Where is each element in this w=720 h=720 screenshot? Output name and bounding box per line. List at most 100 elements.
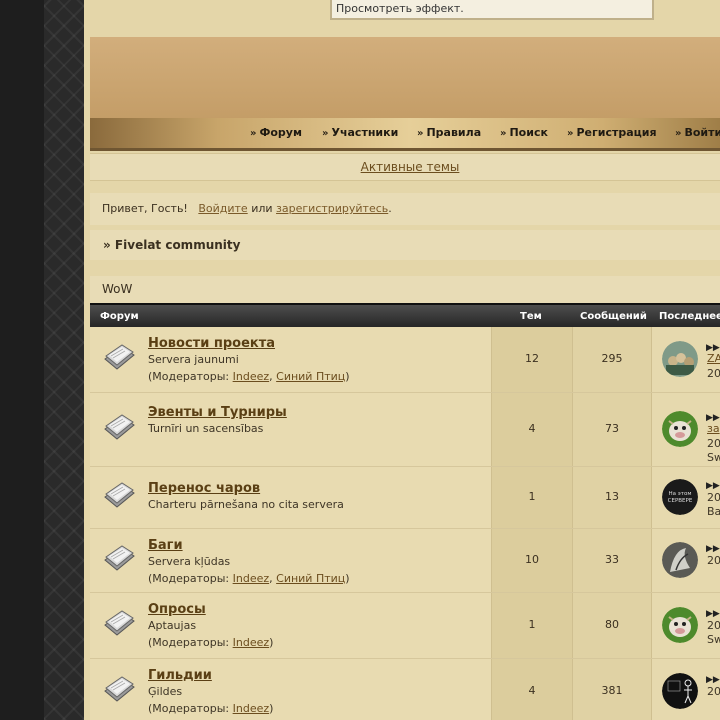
forum-row: Опросы Aptaujas (Модераторы: Indeez) 1 80 ▶▶ 2…: [90, 593, 720, 659]
nav-item-members[interactable]: » Участники: [322, 126, 398, 139]
double-chevron-icon: »: [417, 128, 424, 139]
go-to-last-post-icon[interactable]: ▶▶: [706, 609, 720, 619]
column-header-forum: Форум: [100, 311, 139, 322]
topics-count-cell: 1: [491, 593, 572, 658]
guest-greeting: Привет, Гость! Войдите или зарегистрируй…: [90, 193, 720, 225]
posts-count: 80: [605, 618, 619, 631]
forum-title-link[interactable]: Эвенты и Турниры: [148, 405, 287, 420]
topics-count: 4: [528, 422, 536, 435]
forum-row: Новости проекта Servera jaunumi (Модератор…: [90, 327, 720, 393]
left-pattern-border: [44, 0, 84, 720]
topics-count-cell: 4: [491, 659, 572, 720]
last-post-cell: ▶▶ 20: [651, 659, 720, 720]
forum-description: Ģildes: [148, 685, 183, 698]
last-post-author[interactable]: Sw: [707, 451, 720, 464]
topics-count-cell: 12: [491, 327, 572, 392]
last-post-cell: ▶▶ 20: [651, 529, 720, 592]
last-post-date: 20: [707, 554, 720, 567]
category-title[interactable]: WoW: [102, 282, 132, 296]
go-to-last-post-icon[interactable]: ▶▶: [706, 481, 720, 491]
posts-count-cell: 80: [572, 593, 651, 658]
breadcrumb: » Fivelat community: [90, 230, 720, 260]
last-post-topic-link[interactable]: ZA: [707, 352, 720, 365]
last-post-author[interactable]: Ba: [707, 505, 720, 518]
avatar[interactable]: [662, 411, 698, 447]
nav-item-forum[interactable]: » Форум: [250, 126, 302, 139]
moderator-link[interactable]: Indeez: [233, 370, 270, 383]
nav-label: Регистрация: [576, 126, 657, 139]
nav-item-register[interactable]: » Регистрация: [567, 126, 657, 139]
forum-read-icon: [102, 481, 136, 511]
login-link[interactable]: Войдите: [198, 202, 247, 215]
double-chevron-icon: »: [675, 128, 682, 139]
forum-description: Aptaujas: [148, 619, 197, 632]
greeting-dot: .: [388, 202, 392, 215]
last-post-author[interactable]: Sw: [707, 633, 720, 646]
preview-effect-input[interactable]: Просмотреть эффект.: [330, 0, 654, 20]
active-topics-link[interactable]: Активные темы: [361, 160, 460, 174]
go-to-last-post-icon[interactable]: ▶▶: [706, 675, 720, 685]
last-post-date: 20: [707, 685, 720, 698]
forum-title-link[interactable]: Гильдии: [148, 668, 212, 683]
forum-title-link[interactable]: Опросы: [148, 602, 206, 617]
posts-count-cell: 381: [572, 659, 651, 720]
main-nav: » Форум » Участники » Правила » Поиск » Регис…: [90, 118, 720, 151]
forum-moderators: (Модераторы: Indeez): [148, 702, 273, 715]
forum-info-cell: Баги Servera kļūdas (Модераторы: Indeez, С…: [90, 529, 491, 592]
left-dark-strip: [0, 0, 44, 720]
column-header-topics: Тем: [520, 311, 542, 322]
moderator-link[interactable]: Синий Птиц: [276, 370, 345, 383]
forum-description: Servera kļūdas: [148, 555, 231, 568]
forum-title-link[interactable]: Новости проекта: [148, 336, 275, 351]
forum-row: Эвенты и Турниры Turnīri un sacensības 4 73…: [90, 393, 720, 467]
posts-count: 73: [605, 422, 619, 435]
avatar[interactable]: [662, 341, 698, 377]
posts-count: 13: [605, 490, 619, 503]
topics-count: 1: [528, 490, 536, 503]
moderator-link[interactable]: Indeez: [233, 702, 270, 715]
forum-info-cell: Перенос чаров Charteru pārnešana no cita …: [90, 467, 491, 528]
avatar[interactable]: [662, 542, 698, 578]
nav-label: Форум: [259, 126, 302, 139]
avatar[interactable]: [662, 607, 698, 643]
last-post-date: 20: [707, 367, 720, 380]
greeting-text: Привет, Гость!: [102, 202, 188, 215]
nav-item-rules[interactable]: » Правила: [417, 126, 481, 139]
subnav-bar: Активные темы: [90, 153, 720, 181]
forum-row: Баги Servera kļūdas (Модераторы: Indeez, С…: [90, 529, 720, 593]
forum-page: Просмотреть эффект. » Форум » Участники » П…: [84, 0, 720, 720]
last-post-topic-link[interactable]: за: [707, 422, 720, 435]
posts-count-cell: 13: [572, 467, 651, 528]
moderators-prefix: (Модераторы:: [148, 370, 233, 383]
moderator-link[interactable]: Indeez: [233, 572, 270, 585]
forum-moderators: (Модераторы: Indeez, Синий Птиц): [148, 572, 350, 585]
moderators-suffix: ): [345, 370, 350, 383]
double-chevron-icon: »: [567, 128, 574, 139]
svg-text:На этом: На этом: [669, 491, 692, 497]
posts-count-cell: 295: [572, 327, 651, 392]
topics-count: 4: [528, 684, 536, 697]
forum-title-link[interactable]: Баги: [148, 538, 183, 553]
breadcrumb-label[interactable]: » Fivelat community: [103, 238, 240, 252]
forum-read-icon: [102, 343, 136, 373]
avatar[interactable]: [662, 673, 698, 709]
avatar[interactable]: На этом СЕРВЕРЕ: [662, 479, 698, 515]
moderator-link[interactable]: Indeez: [233, 636, 270, 649]
posts-count: 33: [605, 553, 619, 566]
double-chevron-icon: »: [250, 128, 257, 139]
last-post-cell: На этом СЕРВЕРЕ ▶▶ 20 Ba: [651, 467, 720, 528]
forum-read-icon: [102, 544, 136, 574]
forum-info-cell: Эвенты и Турниры Turnīri un sacensības: [90, 393, 491, 466]
forum-info-cell: Гильдии Ģildes (Модераторы: Indeez): [90, 659, 491, 720]
nav-label: Войти: [684, 126, 720, 139]
posts-count: 295: [601, 352, 623, 365]
moderator-link[interactable]: Синий Птиц: [276, 572, 345, 585]
forum-title-link[interactable]: Перенос чаров: [148, 481, 260, 496]
greeting-or: или: [251, 202, 273, 215]
nav-item-login[interactable]: » Войти: [675, 126, 720, 139]
moderators-prefix: (Модераторы:: [148, 702, 233, 715]
topics-count-cell: 4: [491, 393, 572, 466]
nav-item-search[interactable]: » Поиск: [500, 126, 548, 139]
go-to-last-post-icon[interactable]: ▶▶: [706, 544, 720, 554]
register-link[interactable]: зарегистрируйтесь: [276, 202, 388, 215]
